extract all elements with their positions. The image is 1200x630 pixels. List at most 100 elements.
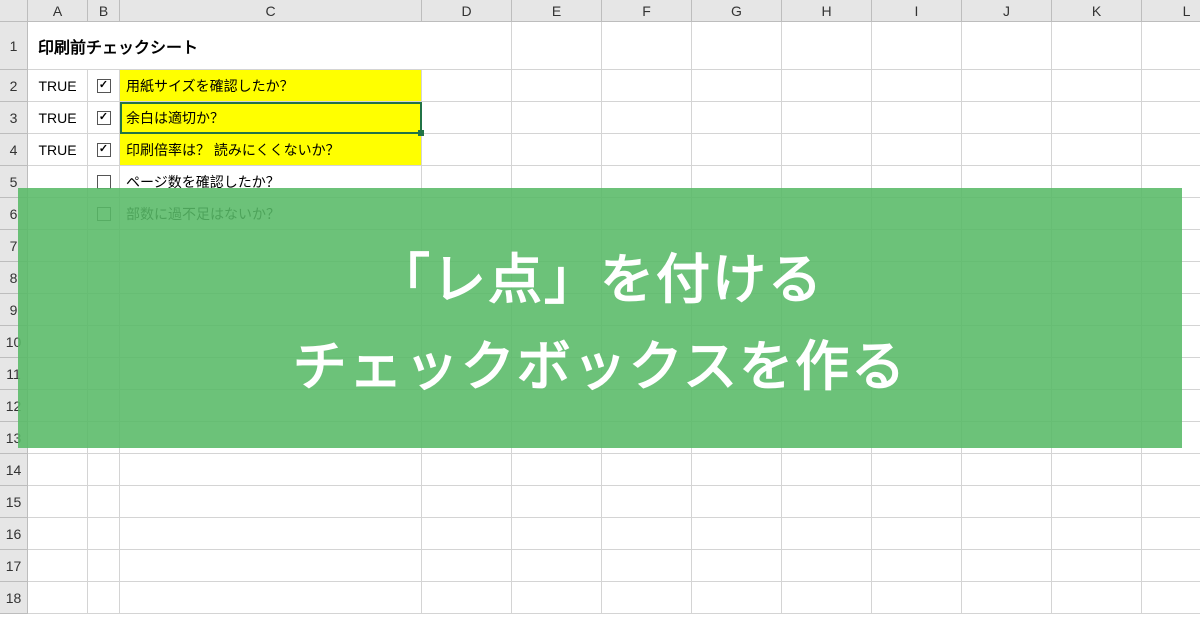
- cell-G15[interactable]: [692, 486, 782, 518]
- cell-I4[interactable]: [872, 134, 962, 166]
- cell-D3[interactable]: [422, 102, 512, 134]
- cell-B16[interactable]: [88, 518, 120, 550]
- cell-A18[interactable]: [28, 582, 88, 614]
- row-header-16[interactable]: 16: [0, 518, 28, 550]
- fill-handle[interactable]: [418, 130, 424, 136]
- cell-H1[interactable]: [782, 22, 872, 70]
- cell-H3[interactable]: [782, 102, 872, 134]
- column-header-A[interactable]: A: [28, 0, 88, 22]
- cell-E14[interactable]: [512, 454, 602, 486]
- cell-D14[interactable]: [422, 454, 512, 486]
- column-header-L[interactable]: L: [1142, 0, 1200, 22]
- column-header-H[interactable]: H: [782, 0, 872, 22]
- cell-F18[interactable]: [602, 582, 692, 614]
- column-header-K[interactable]: K: [1052, 0, 1142, 22]
- cell-E17[interactable]: [512, 550, 602, 582]
- row-header-18[interactable]: 18: [0, 582, 28, 614]
- cell-G18[interactable]: [692, 582, 782, 614]
- cell-E2[interactable]: [512, 70, 602, 102]
- cell-H4[interactable]: [782, 134, 872, 166]
- cell-J18[interactable]: [962, 582, 1052, 614]
- row-header-3[interactable]: 3: [0, 102, 28, 134]
- column-header-B[interactable]: B: [88, 0, 120, 22]
- cell-K1[interactable]: [1052, 22, 1142, 70]
- cell-G1[interactable]: [692, 22, 782, 70]
- column-header-D[interactable]: D: [422, 0, 512, 22]
- check-item-label-2[interactable]: 余白は適切か？: [120, 102, 422, 134]
- checkbox-1[interactable]: [97, 79, 111, 93]
- checkbox-4[interactable]: [97, 175, 111, 189]
- cell-J1[interactable]: [962, 22, 1052, 70]
- checkbox-cell-1[interactable]: [88, 70, 120, 102]
- cell-K16[interactable]: [1052, 518, 1142, 550]
- cell-H2[interactable]: [782, 70, 872, 102]
- cell-A16[interactable]: [28, 518, 88, 550]
- cell-J17[interactable]: [962, 550, 1052, 582]
- cell-D4[interactable]: [422, 134, 512, 166]
- cell-B15[interactable]: [88, 486, 120, 518]
- cell-G4[interactable]: [692, 134, 782, 166]
- cell-H15[interactable]: [782, 486, 872, 518]
- cell-I17[interactable]: [872, 550, 962, 582]
- cell-G14[interactable]: [692, 454, 782, 486]
- cell-J2[interactable]: [962, 70, 1052, 102]
- cell-L15[interactable]: [1142, 486, 1200, 518]
- checkbox-cell-2[interactable]: [88, 102, 120, 134]
- cell-I18[interactable]: [872, 582, 962, 614]
- cell-B17[interactable]: [88, 550, 120, 582]
- cell-E18[interactable]: [512, 582, 602, 614]
- cell-L1[interactable]: [1142, 22, 1200, 70]
- cell-D1[interactable]: [422, 22, 512, 70]
- cell-D17[interactable]: [422, 550, 512, 582]
- check-item-label-1[interactable]: 用紙サイズを確認したか？: [120, 70, 422, 102]
- cell-J4[interactable]: [962, 134, 1052, 166]
- cell-L3[interactable]: [1142, 102, 1200, 134]
- cell-F14[interactable]: [602, 454, 692, 486]
- cell-L14[interactable]: [1142, 454, 1200, 486]
- cell-J16[interactable]: [962, 518, 1052, 550]
- cell-C16[interactable]: [120, 518, 422, 550]
- cell-F4[interactable]: [602, 134, 692, 166]
- cell-L16[interactable]: [1142, 518, 1200, 550]
- cell-E4[interactable]: [512, 134, 602, 166]
- cell-C15[interactable]: [120, 486, 422, 518]
- cell-H16[interactable]: [782, 518, 872, 550]
- cell-C18[interactable]: [120, 582, 422, 614]
- column-header-F[interactable]: F: [602, 0, 692, 22]
- checkbox-cell-3[interactable]: [88, 134, 120, 166]
- cell-A17[interactable]: [28, 550, 88, 582]
- cell-K17[interactable]: [1052, 550, 1142, 582]
- cell-K3[interactable]: [1052, 102, 1142, 134]
- cell-F16[interactable]: [602, 518, 692, 550]
- cell-I2[interactable]: [872, 70, 962, 102]
- cell-A15[interactable]: [28, 486, 88, 518]
- cell-G16[interactable]: [692, 518, 782, 550]
- check-item-label-3[interactable]: 印刷倍率は？ 読みにくくないか？: [120, 134, 422, 166]
- select-all-corner[interactable]: [0, 0, 28, 22]
- cell-F3[interactable]: [602, 102, 692, 134]
- cell-H17[interactable]: [782, 550, 872, 582]
- column-header-J[interactable]: J: [962, 0, 1052, 22]
- column-header-C[interactable]: C: [120, 0, 422, 22]
- cell-G2[interactable]: [692, 70, 782, 102]
- cell-H14[interactable]: [782, 454, 872, 486]
- row-header-15[interactable]: 15: [0, 486, 28, 518]
- checkbox-2[interactable]: [97, 111, 111, 125]
- cell-K4[interactable]: [1052, 134, 1142, 166]
- cell-B18[interactable]: [88, 582, 120, 614]
- column-header-I[interactable]: I: [872, 0, 962, 22]
- checkbox-3[interactable]: [97, 143, 111, 157]
- cell-I15[interactable]: [872, 486, 962, 518]
- row-header-4[interactable]: 4: [0, 134, 28, 166]
- cell-J14[interactable]: [962, 454, 1052, 486]
- cell-K14[interactable]: [1052, 454, 1142, 486]
- cell-E3[interactable]: [512, 102, 602, 134]
- row-header-2[interactable]: 2: [0, 70, 28, 102]
- cell-G17[interactable]: [692, 550, 782, 582]
- cell-D15[interactable]: [422, 486, 512, 518]
- cell-K15[interactable]: [1052, 486, 1142, 518]
- cell-L18[interactable]: [1142, 582, 1200, 614]
- row-header-14[interactable]: 14: [0, 454, 28, 486]
- cell-J3[interactable]: [962, 102, 1052, 134]
- cell-L17[interactable]: [1142, 550, 1200, 582]
